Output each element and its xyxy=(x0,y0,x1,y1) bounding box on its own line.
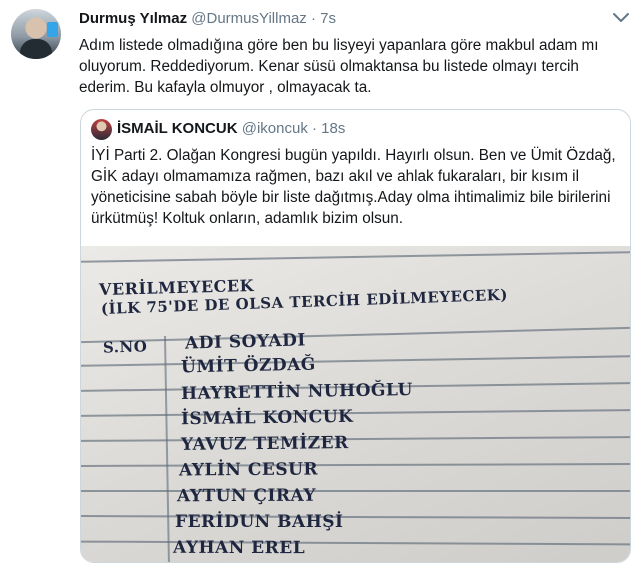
list-item: İSMAİL KONCUK xyxy=(180,406,354,430)
quoted-author-avatar xyxy=(91,119,112,140)
separator-dot: · xyxy=(310,10,316,27)
list-item: FERİDUN BAHŞİ xyxy=(175,512,344,532)
quoted-tweet-time: 18s xyxy=(321,120,346,137)
column-sno: S.NO xyxy=(102,337,148,357)
author-handle[interactable]: @DurmusYillmaz xyxy=(191,10,307,27)
tweet-text: Adım listede olmadığına göre ben bu lisy… xyxy=(79,37,599,96)
list-item: AYLİN CESUR xyxy=(178,459,319,481)
list-item: ÜMİT ÖZDAĞ xyxy=(180,354,317,378)
tweet-time[interactable]: 7s xyxy=(320,10,336,27)
quoted-tweet-header: İSMAİL KONCUK @ikoncuk · 18s xyxy=(117,120,345,137)
author-name[interactable]: Durmuş Yılmaz xyxy=(79,10,187,27)
list-item: YAVUZ TEMİZER xyxy=(180,433,349,455)
list-item: HAYRETTİN NUHOĞLU xyxy=(180,379,414,405)
quoted-author-name: İSMAİL KONCUK xyxy=(117,120,238,137)
party-pin-icon xyxy=(47,22,58,37)
quoted-tweet[interactable]: İSMAİL KONCUK @ikoncuk · 18s İYİ Parti 2… xyxy=(80,109,631,563)
tweet-header: Durmuş Yılmaz @DurmusYillmaz · 7s xyxy=(79,10,336,27)
separator-dot: · xyxy=(312,120,317,137)
chevron-down-icon[interactable] xyxy=(612,12,630,24)
list-item: AYHAN EREL xyxy=(172,537,306,559)
quoted-photo[interactable]: VERİLMEYECEK (İLK 75'DE DE OLSA TERCİH E… xyxy=(81,246,630,562)
author-avatar[interactable] xyxy=(11,9,61,59)
quoted-author-handle: @ikoncuk xyxy=(241,120,308,137)
column-name: ADI SOYADI xyxy=(184,330,307,354)
avatar-figure xyxy=(20,39,52,59)
list-item: AYTUN ÇIRAY xyxy=(176,485,317,507)
quoted-tweet-text: İYİ Parti 2. Olağan Kongresi bugün yapıl… xyxy=(91,147,616,227)
